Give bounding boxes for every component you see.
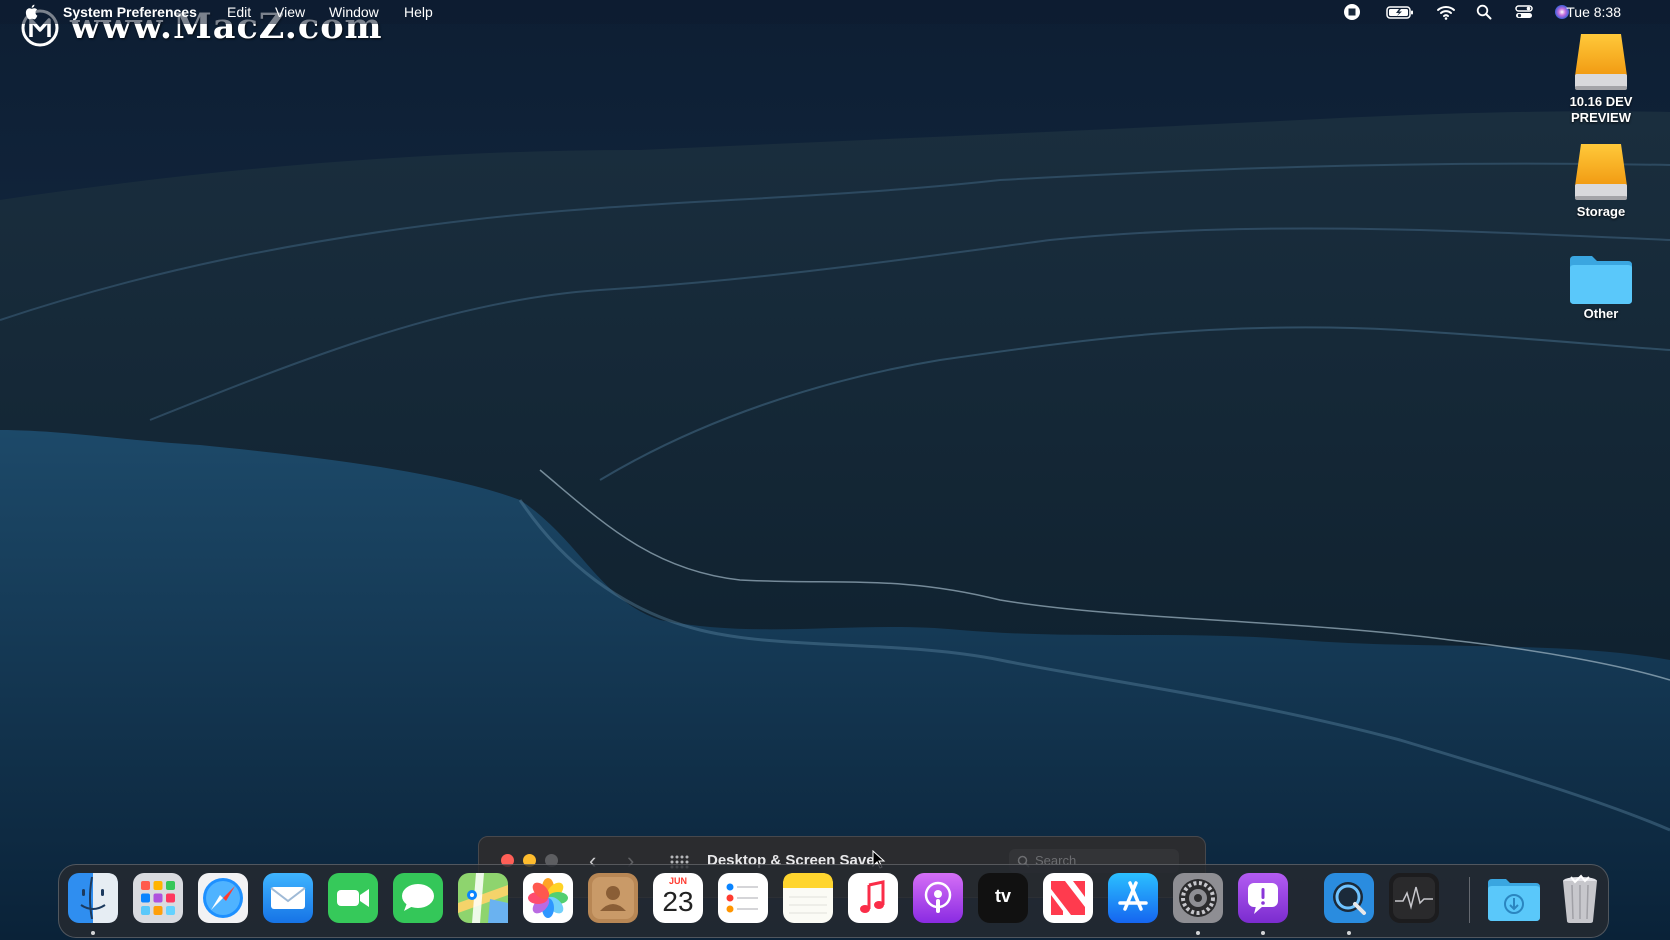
dock-activity-monitor[interactable] (1389, 873, 1439, 923)
music-icon (848, 873, 898, 923)
messages-icon (393, 873, 443, 923)
hard-drive-icon (1575, 144, 1627, 200)
calendar-month: JUN (668, 876, 687, 886)
dock-finder[interactable] (68, 873, 118, 923)
dock-feedback-assistant[interactable] (1238, 873, 1288, 923)
safari-icon (198, 873, 248, 923)
dock-mail[interactable] (263, 873, 313, 923)
dock-launchpad[interactable] (133, 873, 183, 923)
tv-logo-text: tv (994, 886, 1011, 906)
hard-drive-icon (1575, 34, 1627, 90)
wifi-icon[interactable] (1436, 3, 1456, 21)
quicktime-icon (1324, 873, 1374, 923)
menu-help[interactable]: Help (404, 4, 433, 20)
dock-app-store[interactable] (1108, 873, 1158, 923)
desktop-icon-dev-preview-drive[interactable]: 10.16 DEV PREVIEW (1546, 32, 1656, 126)
dock-podcasts[interactable] (913, 873, 963, 923)
running-indicator (1347, 931, 1351, 935)
notes-icon (783, 873, 833, 923)
launchpad-icon (133, 873, 183, 923)
menu-edit[interactable]: Edit (227, 4, 251, 20)
finder-icon (68, 873, 118, 923)
apple-menu-icon[interactable] (24, 3, 40, 21)
dock-safari[interactable] (198, 873, 248, 923)
menu-app-name[interactable]: System Preferences (63, 4, 197, 20)
reminders-icon (718, 873, 768, 923)
mail-icon (263, 873, 313, 923)
dock-downloads-folder[interactable] (1486, 873, 1540, 923)
desktop-icon-storage-drive[interactable]: Storage (1546, 142, 1656, 220)
battery-icon[interactable] (1386, 3, 1414, 21)
dock-photos[interactable] (523, 873, 573, 923)
menu-bar-clock[interactable]: Tue 8:38 (1566, 4, 1621, 20)
menu-bar: System Preferences Edit View Window Help (0, 0, 1670, 24)
running-indicator (1261, 931, 1265, 935)
contacts-icon (588, 873, 638, 923)
dock-reminders[interactable] (718, 873, 768, 923)
app-store-icon (1108, 873, 1158, 923)
photos-icon (523, 873, 573, 923)
desktop-icon-other-folder[interactable]: Other (1546, 252, 1656, 322)
dock-trash[interactable] (1555, 873, 1605, 923)
activity-monitor-icon (1389, 873, 1439, 923)
downloads-folder-icon (1488, 879, 1540, 921)
dock-system-preferences[interactable] (1173, 873, 1223, 923)
calendar-day: 23 (662, 886, 694, 917)
dock-news[interactable] (1043, 873, 1093, 923)
news-icon (1043, 873, 1093, 923)
desktop-icon-label: 10.16 DEV PREVIEW (1569, 94, 1633, 125)
dock-quicktime-player[interactable] (1324, 873, 1374, 923)
dock-facetime[interactable] (328, 873, 378, 923)
running-indicator (91, 931, 95, 935)
podcasts-icon (913, 873, 963, 923)
dock: JUN 23 tv (58, 864, 1609, 938)
dock-music[interactable] (848, 873, 898, 923)
maps-icon (458, 873, 508, 923)
wallpaper-image (0, 0, 1670, 940)
system-preferences-gear-icon (1173, 873, 1223, 923)
dock-divider (1469, 877, 1470, 923)
dock-tv[interactable]: tv (978, 873, 1028, 923)
dock-maps[interactable] (458, 873, 508, 923)
feedback-assistant-icon (1238, 873, 1288, 923)
running-indicator (1196, 931, 1200, 935)
folder-icon (1570, 256, 1632, 304)
dock-contacts[interactable] (588, 873, 638, 923)
dock-notes[interactable] (783, 873, 833, 923)
dock-calendar[interactable]: JUN 23 (653, 873, 703, 923)
facetime-icon (328, 873, 378, 923)
trash-icon (1563, 874, 1597, 923)
screen-record-icon[interactable] (1343, 3, 1361, 21)
dock-messages[interactable] (393, 873, 443, 923)
spotlight-search-icon[interactable] (1476, 3, 1492, 21)
desktop: www.MacZ.com System Preferences Edit Vie… (0, 0, 1670, 940)
menu-view[interactable]: View (275, 4, 305, 20)
desktop-icon-label: Other (1583, 306, 1619, 321)
menu-window[interactable]: Window (329, 4, 379, 20)
control-center-icon[interactable] (1514, 3, 1534, 21)
desktop-icon-label: Storage (1576, 204, 1626, 219)
